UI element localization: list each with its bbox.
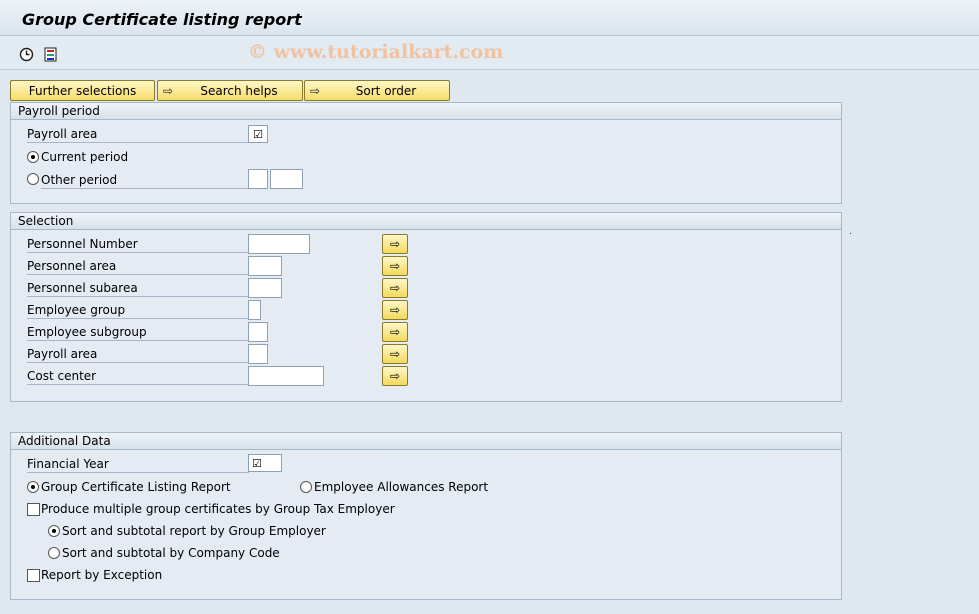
- checkmark-icon: ☑: [252, 456, 262, 470]
- employee-allowances-label: Employee Allowances Report: [314, 480, 489, 494]
- personnel-area-multiple-button[interactable]: ⇨: [382, 256, 408, 276]
- arrow-right-icon: ⇨: [389, 281, 401, 295]
- personnel-number-label: Personnel Number: [27, 235, 249, 253]
- additional-data-group: Additional Data Financial Year ☑ Group C…: [10, 432, 842, 600]
- sort-company-code-label: Sort and subtotal by Company Code: [62, 546, 280, 560]
- arrow-right-icon: ⇨: [309, 83, 321, 98]
- arrow-right-icon: ⇨: [389, 369, 401, 383]
- application-toolbar: © www.tutorialkart.com: [0, 36, 979, 70]
- sort-order-label: Sort order: [355, 83, 417, 98]
- personnel-area-label: Personnel area: [27, 257, 249, 275]
- arrow-right-icon: ⇨: [389, 325, 401, 339]
- group-cert-listing-radio[interactable]: [27, 481, 39, 493]
- additional-data-header: Additional Data: [11, 433, 841, 450]
- further-selections-button[interactable]: Further selections: [10, 80, 155, 101]
- current-period-label: Current period: [41, 150, 129, 164]
- selection-options-icon[interactable]: [42, 46, 58, 62]
- financial-year-label: Financial Year: [27, 455, 249, 473]
- report-by-exception-label: Report by Exception: [41, 568, 163, 582]
- execute-clock-icon[interactable]: [18, 46, 34, 62]
- other-period-radio[interactable]: [27, 173, 39, 185]
- arrow-right-icon: ⇨: [389, 347, 401, 361]
- personnel-subarea-input[interactable]: [248, 278, 282, 298]
- checkmark-icon: ☑: [253, 127, 263, 141]
- selection-group: Selection Personnel Number ⇨ Personnel a…: [10, 212, 842, 402]
- employee-subgroup-input[interactable]: [248, 322, 268, 342]
- payroll-area-multiple-button[interactable]: ⇨: [382, 344, 408, 364]
- search-helps-label: Search helps: [200, 83, 278, 98]
- other-period-label: Other period: [41, 171, 249, 189]
- group-cert-listing-label: Group Certificate Listing Report: [41, 480, 231, 494]
- payroll-area-checkbox[interactable]: ☑: [248, 125, 268, 143]
- stray-dot: ·: [849, 229, 853, 240]
- produce-multiple-checkbox[interactable]: [27, 503, 40, 516]
- financial-year-input[interactable]: ☑: [248, 454, 282, 472]
- title-bar: Group Certificate listing report: [0, 0, 979, 36]
- arrow-right-icon: ⇨: [389, 259, 401, 273]
- cost-center-input[interactable]: [248, 366, 324, 386]
- employee-subgroup-multiple-button[interactable]: ⇨: [382, 322, 408, 342]
- other-period-field-1[interactable]: [248, 169, 268, 189]
- personnel-number-multiple-button[interactable]: ⇨: [382, 234, 408, 254]
- payroll-area-selection-label: Payroll area: [27, 345, 249, 363]
- search-helps-button[interactable]: ⇨ Search helps: [157, 80, 303, 101]
- personnel-subarea-label: Personnel subarea: [27, 279, 249, 297]
- sort-group-employer-radio[interactable]: [48, 525, 60, 537]
- personnel-subarea-multiple-button[interactable]: ⇨: [382, 278, 408, 298]
- employee-subgroup-label: Employee subgroup: [27, 323, 249, 341]
- sort-order-button[interactable]: ⇨ Sort order: [304, 80, 450, 101]
- employee-allowances-radio[interactable]: [300, 481, 312, 493]
- current-period-radio[interactable]: [27, 151, 39, 163]
- cost-center-multiple-button[interactable]: ⇨: [382, 366, 408, 386]
- payroll-area-selection-input[interactable]: [248, 344, 268, 364]
- employee-group-label: Employee group: [27, 301, 249, 319]
- other-period-field-2[interactable]: [270, 169, 303, 189]
- arrow-right-icon: ⇨: [389, 237, 401, 251]
- further-selections-label: Further selections: [28, 83, 137, 98]
- employee-group-multiple-button[interactable]: ⇨: [382, 300, 408, 320]
- report-by-exception-checkbox[interactable]: [27, 569, 40, 582]
- personnel-number-input[interactable]: [248, 234, 310, 254]
- cost-center-label: Cost center: [27, 367, 249, 385]
- arrow-right-icon: ⇨: [389, 303, 401, 317]
- sort-company-code-radio[interactable]: [48, 547, 60, 559]
- personnel-area-input[interactable]: [248, 256, 282, 276]
- watermark-text: © www.tutorialkart.com: [248, 41, 504, 63]
- payroll-area-label: Payroll area: [27, 125, 249, 143]
- sort-group-employer-label: Sort and subtotal report by Group Employ…: [62, 524, 326, 538]
- payroll-period-header: Payroll period: [11, 103, 841, 120]
- payroll-period-group: Payroll period Payroll area ☑ Current pe…: [10, 102, 842, 204]
- employee-group-input[interactable]: [248, 300, 261, 320]
- selection-header: Selection: [11, 213, 841, 230]
- page-title: Group Certificate listing report: [22, 10, 302, 29]
- arrow-right-icon: ⇨: [162, 83, 174, 98]
- produce-multiple-label: Produce multiple group certificates by G…: [41, 502, 395, 516]
